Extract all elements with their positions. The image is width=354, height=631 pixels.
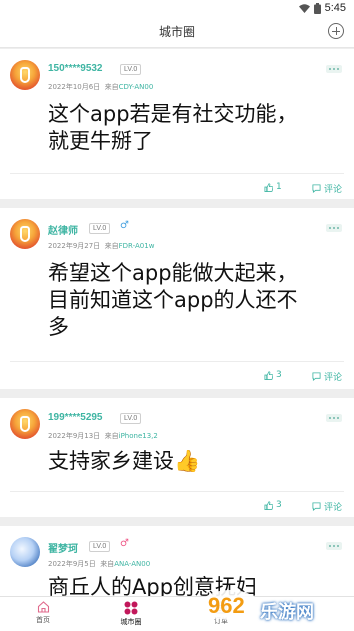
status-bar: 5:45 (0, 0, 354, 18)
post-device: ANA-AN00 (114, 560, 151, 568)
post-card[interactable]: 150****9532 LV.0 2022年10月6日 来自CDY-AN00 这… (0, 49, 354, 199)
svg-text:962: 962 (208, 593, 245, 618)
post-content-line: 多 (48, 315, 69, 339)
add-post-button[interactable] (328, 23, 344, 39)
level-badge: LV.0 (89, 541, 111, 552)
comment-icon (312, 502, 321, 511)
city-circle-icon (124, 601, 138, 615)
like-count: 1 (276, 182, 282, 192)
post-date: 2022年9月27日 (48, 242, 101, 250)
divider (10, 173, 344, 174)
like-button[interactable]: 1 (264, 182, 282, 192)
from-label: 来自 (100, 560, 115, 568)
avatar[interactable] (10, 60, 40, 90)
thumbs-up-icon (264, 500, 273, 510)
post-feed[interactable]: 150****9532 LV.0 2022年10月6日 来自CDY-AN00 这… (0, 49, 354, 597)
battery-icon (313, 2, 321, 14)
comment-label: 评论 (323, 373, 342, 383)
post-content-line: 目前知道这个app的人还不 (48, 288, 298, 312)
from-label: 来自 (104, 432, 119, 440)
watermark-text: 乐游网 (260, 602, 314, 622)
like-button[interactable]: 3 (264, 370, 282, 380)
post-username[interactable]: 150****9532 (48, 63, 103, 74)
comment-button[interactable]: 评论 (312, 370, 342, 383)
home-icon (37, 601, 49, 613)
comment-label: 评论 (323, 503, 342, 513)
like-count: 3 (276, 370, 282, 380)
tab-city-circle[interactable]: 城市圈 (106, 601, 156, 627)
more-options-button[interactable] (326, 224, 342, 232)
gender-male-icon: ♂ (120, 220, 129, 231)
level-badge: LV.0 (89, 223, 111, 234)
post-card[interactable]: 赵律师 LV.0 ♂ 2022年9月27日 来自FDR-A01w 希望这个app… (0, 208, 354, 389)
post-device: CDY-AN00 (118, 83, 154, 91)
post-username[interactable]: 翟梦珂 (48, 540, 78, 555)
more-options-button[interactable] (326, 414, 342, 422)
divider (10, 491, 344, 492)
post-username[interactable]: 199****5295 (48, 412, 103, 423)
post-card[interactable]: 199****5295 LV.0 2022年9月13日 来自iPhone13,2… (0, 398, 354, 517)
post-content-line: 这个app若是有社交功能， (48, 102, 298, 126)
watermark-logo: 962 (201, 590, 259, 620)
post-content: 这个app若是有社交功能， 就更牛掰了 (48, 101, 340, 155)
comment-icon (312, 372, 321, 381)
level-badge: LV.0 (120, 413, 142, 424)
post-content-line: 支持家乡建设👍 (48, 449, 201, 473)
thumbs-up-icon (264, 182, 273, 192)
status-icons: 5:45 (298, 2, 346, 14)
post-meta: 2022年9月27日 来自FDR-A01w (48, 241, 154, 251)
from-label: 来自 (104, 242, 119, 250)
status-time: 5:45 (324, 2, 346, 14)
divider (10, 361, 344, 362)
post-content: 希望这个app能做大起来， 目前知道这个app的人还不 多 (48, 260, 340, 341)
wifi-icon (298, 3, 310, 13)
from-label: 来自 (104, 83, 119, 91)
post-date: 2022年10月6日 (48, 83, 101, 91)
more-options-button[interactable] (326, 65, 342, 73)
more-options-button[interactable] (326, 542, 342, 550)
avatar[interactable] (10, 537, 40, 567)
post-content: 支持家乡建设👍 (48, 448, 340, 475)
post-content-line: 就更牛掰了 (48, 129, 153, 153)
watermark: 962 乐游网 (200, 578, 350, 628)
post-date: 2022年9月5日 (48, 560, 96, 568)
comment-label: 评论 (323, 185, 342, 195)
level-badge: LV.0 (120, 64, 142, 75)
like-count: 3 (276, 500, 282, 510)
post-device: iPhone13,2 (118, 432, 158, 440)
avatar[interactable] (10, 409, 40, 439)
comment-icon (312, 184, 321, 193)
post-content-line: 希望这个app能做大起来， (48, 261, 298, 285)
avatar[interactable] (10, 219, 40, 249)
app-header: 城市圈 (0, 18, 354, 48)
post-meta: 2022年10月6日 来自CDY-AN00 (48, 82, 153, 92)
tab-label: 城市圈 (120, 618, 142, 626)
comment-button[interactable]: 评论 (312, 182, 342, 195)
page-title: 城市圈 (158, 25, 195, 39)
post-device: FDR-A01w (118, 242, 155, 250)
gender-icon: ♂ (120, 538, 129, 549)
thumbs-up-icon (264, 370, 273, 380)
post-date: 2022年9月13日 (48, 432, 101, 440)
like-button[interactable]: 3 (264, 500, 282, 510)
post-username[interactable]: 赵律师 (48, 222, 78, 237)
post-meta: 2022年9月5日 来自ANA-AN00 (48, 559, 150, 569)
tab-home[interactable]: 首页 (18, 601, 68, 625)
post-meta: 2022年9月13日 来自iPhone13,2 (48, 431, 158, 441)
comment-button[interactable]: 评论 (312, 500, 342, 513)
tab-label: 首页 (36, 616, 50, 624)
